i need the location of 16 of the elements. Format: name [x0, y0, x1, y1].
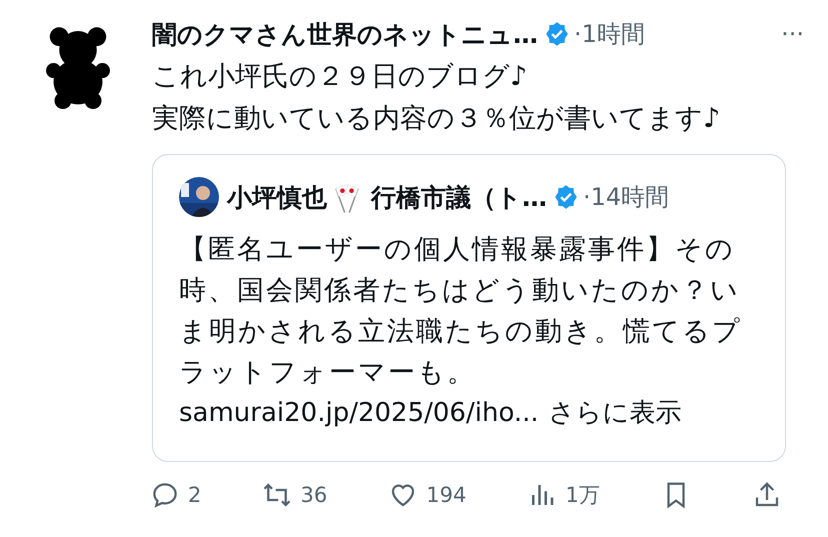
action-count: 2: [188, 483, 202, 507]
post-time[interactable]: ·1時間: [574, 18, 645, 50]
show-more-link[interactable]: さらに表示: [548, 393, 682, 434]
post-text: 実際に動いている内容の３％位が書いてます♪: [152, 102, 722, 136]
quoted-post-text: 【匿名ユーザーの個人情報暴露事件】その時、国会関係者たちはどう動いたのか？いま明かされる立法職たちの動き。慌てるプラットフォーマーも。: [179, 233, 743, 390]
quoted-post-time[interactable]: ·14時間: [583, 181, 670, 213]
post-text: これ小坪氏の２９日のブログ♪: [152, 60, 528, 94]
action-count: 194: [426, 483, 466, 507]
quoted-post[interactable]: 小坪慎也 行橋市議（ト… ·14時間 【匿名ユーザーの個人情報暴露事件】その時、国会関係者たちはどう動いたのか？いま明かされる立法職たちの動き。慌てるプラットフォーマーも。 samurai20.jp/2025/06/iho... さらに表示: [152, 154, 786, 462]
more-button[interactable]: ···: [781, 20, 804, 48]
article-link[interactable]: samurai20.jp/2025/06/iho...: [179, 393, 539, 434]
quoted-author-name[interactable]: 小坪慎也: [227, 180, 327, 214]
action-count: 36: [300, 483, 328, 507]
author-name[interactable]: 闇のクマさん世界のネットニュ…: [152, 18, 538, 50]
quoted-author-title[interactable]: 行橋市議（ト…: [371, 180, 547, 214]
action-count: 1万: [565, 482, 600, 509]
